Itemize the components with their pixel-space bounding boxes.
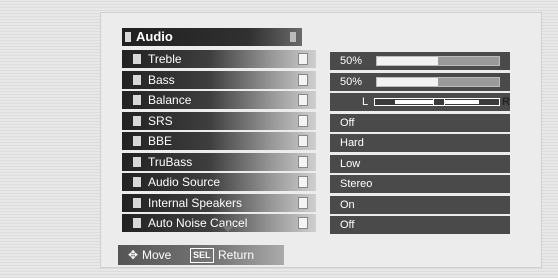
return-hint-label: Return xyxy=(218,248,255,262)
trubass-value[interactable]: Low xyxy=(330,154,510,173)
row-right-cap xyxy=(298,94,308,106)
row-right-cap xyxy=(298,135,308,147)
row-right-cap xyxy=(298,176,308,188)
balance-slider[interactable] xyxy=(374,98,500,106)
internal-speakers-value-text: On xyxy=(340,198,355,211)
bass-level-bar[interactable] xyxy=(376,76,500,87)
menu-item-label: TruBass xyxy=(148,154,193,169)
row-right-cap xyxy=(298,73,308,86)
menu-item-internal-speakers[interactable]: Internal Speakers xyxy=(122,193,316,212)
row-left-cap xyxy=(133,54,141,64)
menu-item-balance[interactable]: Balance xyxy=(122,91,316,109)
row-left-cap xyxy=(133,156,141,167)
row-right-cap xyxy=(298,196,308,209)
balance-value[interactable]: L R xyxy=(330,93,510,111)
row-left-cap xyxy=(133,177,141,187)
balance-slider-knob[interactable] xyxy=(433,99,445,105)
menu-list: Treble Bass Balance SRS BBE TruBass Audi… xyxy=(122,50,316,235)
row-left-cap xyxy=(133,74,141,85)
auto-noise-cancel-value[interactable]: Off xyxy=(330,216,510,234)
menu-item-label: BBE xyxy=(148,134,173,148)
menu-item-treble[interactable]: Treble xyxy=(122,50,316,68)
row-left-cap xyxy=(133,197,141,208)
bass-level-fill xyxy=(377,77,438,86)
menu-item-label: Treble xyxy=(148,52,182,66)
row-right-cap xyxy=(298,114,308,127)
row-left-cap xyxy=(133,136,141,146)
row-left-cap xyxy=(133,115,141,126)
auto-noise-cancel-value-text: Off xyxy=(340,219,355,231)
four-way-arrow-icon: ✥ xyxy=(128,248,139,262)
sel-button-icon: SEL xyxy=(190,248,214,263)
bass-value[interactable]: 50% xyxy=(330,72,510,91)
menu-item-label: Balance xyxy=(148,93,192,107)
treble-level-bar[interactable] xyxy=(376,56,500,66)
title-left-cap xyxy=(125,32,131,42)
scroll-down-arrow-icon[interactable] xyxy=(222,226,234,232)
row-right-cap xyxy=(298,155,308,168)
menu-item-label: SRS xyxy=(148,113,173,128)
menu-item-label: Bass xyxy=(148,72,175,87)
move-hint-label: Move xyxy=(142,248,172,262)
audio-source-value[interactable]: Stereo xyxy=(330,175,510,193)
row-right-cap xyxy=(298,53,308,65)
internal-speakers-value[interactable]: On xyxy=(330,195,510,214)
balance-left-label: L xyxy=(362,96,369,108)
treble-value[interactable]: 50% xyxy=(330,52,510,70)
menu-item-bbe[interactable]: BBE xyxy=(122,132,316,150)
menu-item-label: Audio Source xyxy=(148,175,221,189)
audio-source-value-text: Stereo xyxy=(340,178,373,190)
bass-value-text: 50% xyxy=(340,75,363,88)
treble-value-text: 50% xyxy=(340,55,363,67)
row-left-cap xyxy=(133,218,141,228)
bbe-value-text: Hard xyxy=(340,137,364,149)
srs-value-text: Off xyxy=(340,116,355,129)
title-right-cap xyxy=(290,32,296,42)
menu-item-audio-source[interactable]: Audio Source xyxy=(122,173,316,191)
menu-title: Audio xyxy=(122,28,302,46)
menu-item-srs[interactable]: SRS xyxy=(122,111,316,130)
row-left-cap xyxy=(133,95,141,105)
menu-item-trubass[interactable]: TruBass xyxy=(122,152,316,171)
menu-item-auto-noise-cancel[interactable]: Auto Noise Cancel xyxy=(122,214,316,232)
srs-value[interactable]: Off xyxy=(330,113,510,132)
trubass-value-text: Low xyxy=(340,157,361,170)
treble-level-fill xyxy=(377,57,438,65)
menu-item-bass[interactable]: Bass xyxy=(122,70,316,89)
balance-right-label: R xyxy=(502,96,510,108)
value-list: 50% 50% L R Off Hard Low Stereo On Off xyxy=(330,52,510,237)
bbe-value[interactable]: Hard xyxy=(330,134,510,152)
menu-title-label: Audio xyxy=(136,29,173,44)
row-right-cap xyxy=(298,217,308,229)
footer-hints: ✥ Move SEL Return xyxy=(118,245,284,265)
menu-item-label: Internal Speakers xyxy=(148,195,243,210)
